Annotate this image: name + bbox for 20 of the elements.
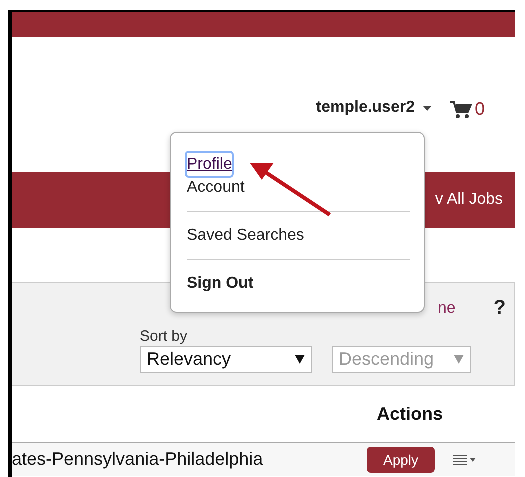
panel-link[interactable]: ne [438,300,456,318]
menu-item[interactable]: Account [187,176,245,199]
menu-item[interactable]: Saved Searches [187,224,304,247]
column-header: Actions [376,404,443,424]
sort-label: Sort by [140,328,189,345]
apply-button[interactable]: Apply [367,446,435,472]
annotation-arrow-icon [248,160,334,218]
list-menu-icon[interactable] [453,454,477,464]
caret-icon [422,106,432,110]
table-cell-text: ates-Pennsylvania-Philadelphia [12,449,264,470]
menu-item[interactable]: Sign Out [187,272,254,295]
caret-icon [295,355,305,364]
cart-count[interactable]: 0 [474,99,485,120]
sort-select[interactable]: Relevancy [140,346,312,373]
caret-icon [454,355,464,364]
cart-icon[interactable] [450,100,472,118]
nav-link[interactable]: v All Jobs [435,191,503,209]
menu-item[interactable]: Profile [187,153,232,176]
help-icon[interactable]: ? [494,297,506,320]
user-menu-toggle[interactable]: temple.user2 [316,99,432,117]
